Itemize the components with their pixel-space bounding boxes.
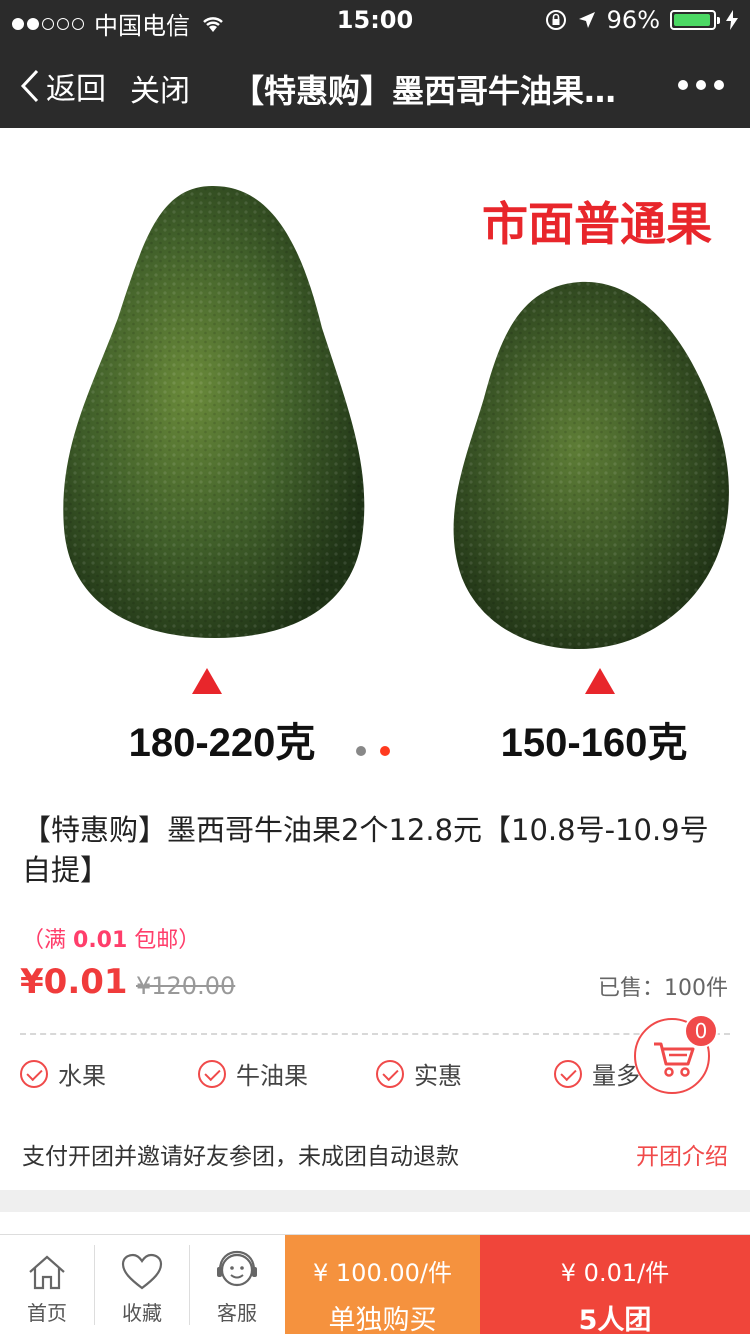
customer-service-button[interactable]: 客服 — [190, 1235, 284, 1334]
group-price: ¥ 0.01/件 — [560, 1259, 670, 1287]
single-price: ¥ 100.00/件 — [313, 1259, 452, 1287]
sold-count: 已售：100件 — [598, 976, 728, 1001]
back-button[interactable]: 返回 — [20, 64, 106, 108]
divider — [20, 1033, 730, 1035]
bottom-action-bar: 首页 收藏 客服 ¥ 100.00/件 单独购买 ¥ 0.01/件 5人团 — [0, 1234, 750, 1334]
group-label: 5人团 — [578, 1305, 652, 1334]
sale-price: ¥0.01 — [20, 962, 128, 1002]
arrow-up-icon — [585, 668, 615, 694]
battery-percent: 96% — [606, 6, 660, 34]
more-menu-button[interactable] — [678, 80, 724, 90]
cart-icon — [654, 1042, 695, 1077]
product-image: 市面普通果 180-220克 150-160克 — [63, 185, 729, 765]
check-circle-icon — [376, 1059, 404, 1088]
shipping-amount: 0.01 — [73, 928, 128, 953]
heart-icon — [121, 1253, 163, 1290]
check-circle-icon — [198, 1059, 226, 1088]
carousel-dot[interactable] — [356, 746, 366, 756]
tag-item: 量多 — [554, 1056, 640, 1091]
customer-service-icon — [217, 1250, 257, 1287]
shipping-prefix: （满 — [22, 928, 67, 953]
location-icon — [578, 12, 595, 28]
buy-group-button[interactable]: ¥ 0.01/件 5人团 — [480, 1235, 750, 1334]
tag-list: 水果 牛油果 实惠 量多 — [20, 1056, 730, 1092]
carousel-indicator[interactable] — [356, 746, 390, 756]
check-circle-icon — [20, 1059, 48, 1088]
tag-item: 实惠 — [376, 1056, 462, 1091]
favorite-button[interactable]: 收藏 — [95, 1235, 189, 1334]
floating-cart-button[interactable]: 0 — [634, 1014, 718, 1094]
more-icon — [678, 80, 688, 90]
chevron-left-icon — [20, 69, 39, 103]
status-bar: 中国电信 15:00 96% — [0, 0, 750, 40]
rotation-lock-icon — [545, 10, 566, 30]
section-divider — [0, 1190, 750, 1212]
original-price: ¥120.00 — [136, 972, 236, 1000]
right-weight-label: 150-160克 — [501, 721, 688, 765]
group-buy-note: 支付开团并邀请好友参团，未成团自动退款 — [22, 1144, 459, 1170]
home-label: 首页 — [27, 1301, 67, 1325]
arrow-up-icon — [192, 668, 222, 694]
product-title: 【特惠购】墨西哥牛油果2个12.8元【10.8号-10.9号自提】 — [22, 813, 709, 887]
tag-label: 实惠 — [414, 1062, 462, 1090]
single-label: 单独购买 — [328, 1305, 437, 1334]
overlay-label: 市面普通果 — [482, 198, 712, 250]
cart-count-badge: 0 — [684, 1014, 718, 1048]
product-image-carousel[interactable]: 市面普通果 180-220克 150-160克 — [0, 128, 750, 780]
left-weight-label: 180-220克 — [129, 721, 316, 765]
favorite-label: 收藏 — [122, 1301, 162, 1325]
tag-label: 水果 — [58, 1062, 106, 1090]
free-shipping-note: （满 0.01 包邮） — [22, 922, 200, 954]
close-button[interactable]: 关闭 — [130, 66, 190, 110]
home-icon — [29, 1255, 65, 1290]
page-title: 【特惠购】墨西哥牛油果2个12.8元【10.8号-10.9号自提】 — [232, 72, 632, 110]
charging-icon — [726, 10, 738, 30]
tag-item: 水果 — [20, 1056, 106, 1091]
shipping-suffix: 包邮） — [134, 928, 201, 953]
status-right: 96% — [545, 6, 738, 34]
back-label: 返回 — [46, 72, 106, 107]
tag-item: 牛油果 — [198, 1056, 308, 1091]
service-label: 客服 — [217, 1301, 257, 1325]
tag-label: 量多 — [592, 1062, 640, 1090]
buy-single-button[interactable]: ¥ 100.00/件 单独购买 — [285, 1235, 480, 1334]
home-button[interactable]: 首页 — [0, 1235, 94, 1334]
carousel-dot-active[interactable] — [380, 746, 390, 756]
tag-label: 牛油果 — [236, 1062, 308, 1090]
check-circle-icon — [554, 1059, 582, 1088]
group-intro-link[interactable]: 开团介绍 — [636, 1137, 728, 1171]
nav-bar: 返回 关闭 【特惠购】墨西哥牛油果2个12.8元【10.8号-10.9号自提】 — [0, 40, 750, 128]
battery-icon — [670, 10, 720, 30]
